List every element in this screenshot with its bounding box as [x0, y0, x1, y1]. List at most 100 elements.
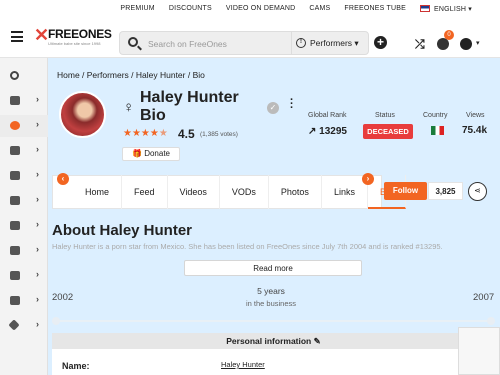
career-timeline — [52, 320, 495, 322]
follow-button[interactable]: Follow — [384, 182, 427, 200]
status-label: Status — [375, 112, 395, 119]
mexico-flag-icon — [431, 126, 444, 135]
chevron-right-icon: › — [36, 269, 39, 279]
sidebar-item-links[interactable]: › — [0, 165, 48, 187]
gift-icon: 🎁 — [132, 149, 142, 158]
tab-vods[interactable]: VODs — [220, 175, 269, 209]
chevron-right-icon: › — [36, 169, 39, 179]
premium-link[interactable]: PREMIUM — [120, 5, 154, 12]
freeones-logo[interactable]: ✕ FREEONES Ultimate babe site since 1998 — [34, 26, 114, 50]
language-selector[interactable]: ENGLISH ▾ — [420, 5, 472, 13]
sidebar-item-photos[interactable]: › — [0, 140, 48, 162]
name-label: Name: — [62, 361, 90, 371]
country-label: Country — [423, 112, 448, 119]
sidebar-item-diamond[interactable]: › — [0, 315, 48, 337]
vod-icon — [10, 221, 20, 230]
name-value-link[interactable]: Haley Hunter — [221, 360, 265, 369]
links-icon — [10, 171, 20, 180]
photos-icon — [10, 146, 20, 155]
diamond-icon — [8, 319, 20, 331]
sidebar-item-cams[interactable]: › — [0, 240, 48, 262]
sidebar-item-videos[interactable]: › — [0, 190, 48, 212]
discounts-link[interactable]: DISCOUNTS — [169, 5, 212, 12]
share-icon[interactable]: ⋖ — [468, 182, 487, 201]
site-header: ✕ FREEONES Ultimate babe site since 1998… — [0, 17, 500, 58]
female-icon: ♀ — [123, 99, 135, 116]
timeline-start-dot — [52, 317, 60, 325]
trend-icon: ↗ — [308, 126, 317, 137]
chevron-right-icon: › — [36, 294, 39, 304]
sidebar-item-games[interactable]: › — [0, 265, 48, 287]
career-length: 5 years — [257, 286, 285, 296]
breadcrumb[interactable]: Home / Performers / Haley Hunter / Bio — [57, 70, 205, 80]
votes-count: (1,385 votes) — [200, 131, 238, 138]
sidebar-item-bio[interactable]: › — [0, 115, 48, 137]
chevron-right-icon: › — [36, 219, 39, 229]
chat-icon — [10, 296, 20, 305]
more-options-icon[interactable]: · · · — [290, 95, 294, 114]
sidebar-item-vod[interactable]: › — [0, 215, 48, 237]
tab-videos[interactable]: Videos — [168, 175, 220, 209]
chevron-right-icon: › — [36, 194, 39, 204]
search-icon — [10, 71, 19, 80]
search-bar[interactable]: Search on FreeOnes ! Performers ▾ — [119, 31, 369, 55]
search-scope-select[interactable]: ! Performers ▾ — [291, 32, 369, 54]
personal-info-card — [52, 349, 495, 375]
views-label: Views — [466, 112, 485, 119]
coins-badge: 0 — [444, 30, 454, 40]
tab-photos[interactable]: Photos — [269, 175, 322, 209]
about-text: Haley Hunter is a porn star from Mexico.… — [52, 242, 443, 251]
performer-icon: ! — [296, 38, 306, 48]
games-icon — [10, 271, 20, 280]
status-badge: DECEASED — [363, 124, 413, 139]
views-value: 75.4k — [462, 125, 488, 136]
timeline-end-dot — [487, 317, 495, 325]
tube-link[interactable]: FREEONES TUBE — [344, 5, 406, 12]
verified-icon: ✓ — [267, 102, 279, 114]
chevron-right-icon: › — [36, 144, 39, 154]
chevron-right-icon: › — [36, 119, 39, 129]
career-end-year: 2007 — [473, 292, 495, 303]
global-rank-value: ↗ 13295 — [308, 126, 347, 137]
avatar — [59, 91, 106, 138]
recaptcha-badge[interactable] — [458, 327, 500, 375]
donate-button[interactable]: 🎁 Donate — [122, 147, 180, 161]
tabs-scroll-right-icon[interactable]: › — [362, 173, 374, 185]
follower-count: 3,825 — [428, 182, 463, 200]
cams-link[interactable]: CAMS — [309, 5, 330, 12]
global-rank-label: Global Rank — [308, 112, 347, 119]
tab-home[interactable]: Home — [73, 175, 123, 209]
new-icon — [10, 96, 20, 105]
page-title: Haley Hunter Bio — [140, 89, 239, 124]
read-more-button[interactable]: Read more — [184, 260, 362, 276]
search-input[interactable]: Search on FreeOnes — [148, 39, 227, 49]
sidebar-item-chat[interactable]: › — [0, 290, 48, 312]
chevron-down-icon[interactable]: ▾ — [476, 39, 480, 47]
profile-main: Home / Performers / Haley Hunter / Bio ♀… — [48, 58, 500, 375]
about-heading: About Haley Hunter — [52, 222, 193, 239]
tabs-scroll-left-icon[interactable]: ‹ — [57, 173, 69, 185]
cams-icon — [10, 246, 20, 255]
chevron-right-icon: › — [36, 94, 39, 104]
add-icon[interactable]: + — [374, 36, 387, 49]
rating-stars[interactable]: ★★★★★ — [123, 128, 168, 139]
bio-icon — [10, 121, 20, 130]
search-icon[interactable] — [128, 37, 138, 47]
career-length-caption: in the business — [245, 299, 297, 308]
hamburger-menu-icon[interactable] — [11, 31, 23, 42]
profile-tabs: Home Feed Videos VODs Photos Links Bio — [52, 175, 406, 209]
uk-flag-icon — [420, 5, 430, 13]
career-start-year: 2002 — [52, 292, 74, 303]
shuffle-icon[interactable]: ⤮ — [415, 37, 425, 52]
chevron-right-icon: › — [36, 319, 39, 329]
vod-link[interactable]: VIDEO ON DEMAND — [226, 5, 296, 12]
sidebar-item-new[interactable]: › — [0, 90, 48, 112]
tab-links[interactable]: Links — [322, 175, 368, 209]
personal-info-header: Personal information ✎ — [52, 333, 495, 349]
tab-feed[interactable]: Feed — [122, 175, 168, 209]
sidebar-item-search[interactable] — [0, 65, 48, 87]
edit-icon[interactable]: ✎ — [314, 336, 321, 346]
user-avatar-icon[interactable] — [460, 38, 472, 50]
sidebar: › › › › › › › › › › — [0, 58, 48, 375]
top-links-bar: PREMIUM DISCOUNTS VIDEO ON DEMAND CAMS F… — [0, 0, 500, 17]
